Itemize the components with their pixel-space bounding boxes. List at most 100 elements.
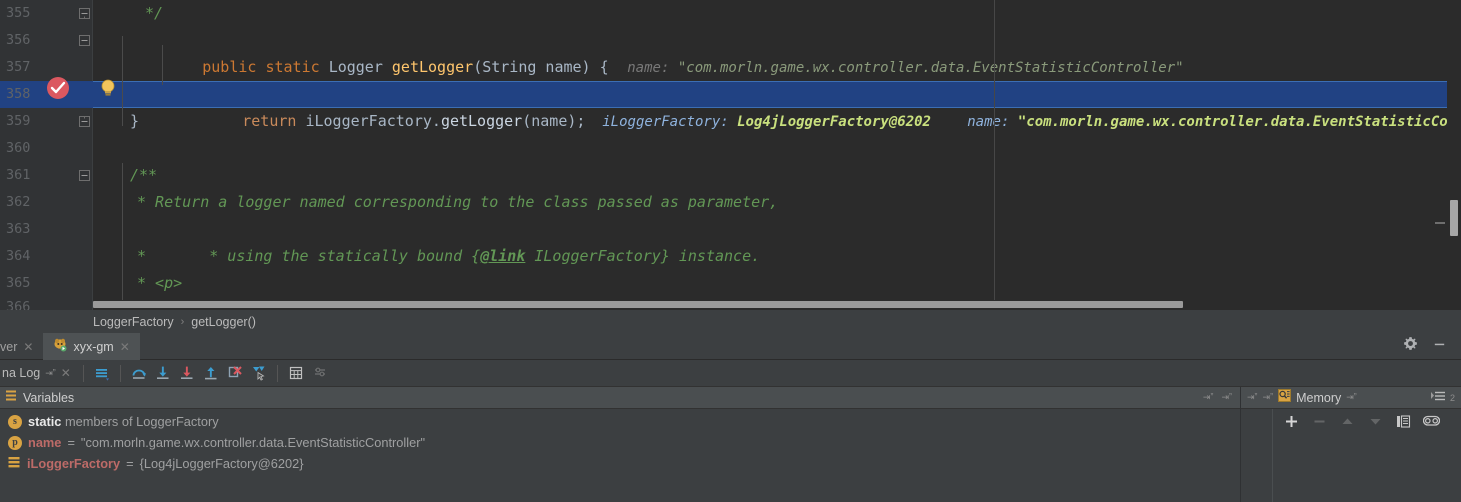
gear-icon[interactable] bbox=[1403, 336, 1418, 356]
editor-vertical-scrollbar[interactable] bbox=[1447, 0, 1461, 310]
variable-suffix: members of LoggerFactory bbox=[61, 414, 219, 429]
drop-frame-button[interactable] bbox=[223, 362, 247, 384]
step-out-button[interactable] bbox=[199, 362, 223, 384]
settings-icon[interactable]: ⇥ˮ bbox=[1221, 392, 1232, 403]
settings-list-icon[interactable] bbox=[1430, 389, 1447, 407]
step-over-button[interactable] bbox=[127, 362, 151, 384]
memory-title: Memory bbox=[1296, 390, 1342, 405]
indent-guide bbox=[122, 36, 123, 126]
pin-icon[interactable]: ⇥ˮ bbox=[1346, 392, 1357, 403]
variables-list[interactable]: s static members of LoggerFactory p name… bbox=[0, 409, 1240, 502]
variables-title: Variables bbox=[23, 390, 75, 405]
debug-run-icon bbox=[53, 338, 67, 355]
force-step-into-button[interactable] bbox=[175, 362, 199, 384]
error-stripe-mark[interactable] bbox=[1435, 222, 1445, 224]
tool-window-tabbar[interactable]: ver ✕ xyx-gm ✕ bbox=[0, 333, 1461, 360]
variable-equals: = bbox=[126, 456, 134, 471]
line-number: 366 bbox=[6, 299, 31, 310]
minimize-icon[interactable] bbox=[1432, 336, 1447, 356]
watches-panel[interactable] bbox=[1274, 409, 1461, 502]
parameter-badge-icon: p bbox=[8, 435, 22, 450]
variable-value: "com.morln.game.wx.controller.data.Event… bbox=[80, 435, 425, 450]
binoculars-icon[interactable] bbox=[1422, 412, 1440, 430]
variable-name: iLoggerFactory bbox=[27, 456, 121, 471]
variables-header[interactable]: Variables ⇥ˮ ⇥ˮ bbox=[0, 387, 1240, 409]
vertical-scrollbar-thumb[interactable] bbox=[1450, 200, 1458, 236]
tab-label: ver bbox=[0, 339, 18, 354]
line-number: 363 bbox=[6, 221, 31, 237]
move-watch-down-button[interactable] bbox=[1366, 412, 1384, 430]
add-watch-button[interactable] bbox=[1282, 412, 1300, 430]
close-icon[interactable]: ✕ bbox=[120, 340, 130, 354]
intention-bulb-icon[interactable] bbox=[99, 78, 117, 98]
toolbar-separator bbox=[276, 364, 278, 382]
debug-session-label[interactable]: na Log ⇥ˮ ✕ bbox=[0, 366, 77, 380]
line-number: 355 bbox=[6, 5, 31, 21]
watch-sidebar bbox=[1241, 409, 1273, 502]
pin-icon[interactable]: ⇥ˮ bbox=[1203, 392, 1214, 403]
move-watch-up-button[interactable] bbox=[1338, 412, 1356, 430]
code-editor[interactable]: 355 */ 356 public static Logger getLogge… bbox=[0, 0, 1461, 310]
fold-end-icon[interactable] bbox=[77, 108, 91, 135]
step-into-button[interactable] bbox=[151, 362, 175, 384]
debugger-panel: Variables ⇥ˮ ⇥ˮ s static members of Logg… bbox=[0, 387, 1461, 502]
code-line-358-current[interactable]: 358 return iLoggerFactory.getLogger(name… bbox=[0, 81, 1461, 130]
debug-session-title: na Log bbox=[2, 366, 41, 380]
line-number: 356 bbox=[6, 32, 31, 48]
code-line-364[interactable]: 364 * bbox=[0, 243, 1461, 270]
memory-header[interactable]: ⇥ˮ ⇥ˮ Memory ⇥ˮ 2 bbox=[1241, 387, 1461, 409]
fold-start-icon[interactable] bbox=[77, 162, 91, 189]
line-number: 360 bbox=[6, 140, 31, 156]
variable-equals: = bbox=[67, 435, 75, 450]
code-line-360[interactable]: 360 bbox=[0, 135, 1461, 162]
breadcrumb[interactable]: LoggerFactory › getLogger() bbox=[0, 310, 1461, 333]
variable-row-iloggerfactory[interactable]: iLoggerFactory = {Log4jLoggerFactory@620… bbox=[0, 453, 1240, 474]
code-line-359[interactable]: 359 } bbox=[0, 108, 1461, 135]
code-line-356[interactable]: 356 public static Logger getLogger(Strin… bbox=[0, 27, 1461, 76]
pin-icon[interactable]: ⇥ˮ bbox=[1263, 392, 1274, 403]
field-badge-icon bbox=[8, 456, 21, 472]
variable-name: name bbox=[28, 435, 62, 450]
fold-end-icon[interactable] bbox=[77, 0, 91, 27]
tab-xyx-gm[interactable]: xyx-gm ✕ bbox=[43, 333, 140, 360]
line-number: 357 bbox=[6, 59, 31, 75]
tab-ver[interactable]: ver ✕ bbox=[0, 333, 43, 360]
code-text: } bbox=[130, 112, 140, 130]
memory-badge-count: 2 bbox=[1449, 392, 1455, 403]
right-margin-guide bbox=[994, 0, 995, 300]
indent-guide bbox=[122, 163, 123, 310]
code-line-362[interactable]: 362 * Return a logger named correspondin… bbox=[0, 189, 1461, 216]
evaluate-expression-button[interactable] bbox=[284, 362, 308, 384]
copy-icon[interactable] bbox=[1394, 412, 1412, 430]
code-line-355[interactable]: 355 */ bbox=[0, 0, 1461, 27]
line-number: 359 bbox=[6, 113, 31, 129]
variable-row-static[interactable]: s static members of LoggerFactory bbox=[0, 411, 1240, 432]
variable-row-name[interactable]: p name = "com.morln.game.wx.controller.d… bbox=[0, 432, 1240, 453]
breadcrumb-method[interactable]: getLogger() bbox=[191, 315, 256, 329]
code-text: * Return a logger named corresponding to… bbox=[137, 193, 779, 211]
layout-settings-button[interactable] bbox=[308, 362, 332, 384]
watch-toolbar[interactable] bbox=[1274, 409, 1461, 433]
code-line-357[interactable]: 357 ILoggerFactory iLoggerFactory = getI… bbox=[0, 54, 1461, 103]
pin-icon[interactable]: ⇥ˮ bbox=[45, 368, 56, 379]
intellij-debug-window: 355 */ 356 public static Logger getLogge… bbox=[0, 0, 1461, 502]
line-number: 364 bbox=[6, 248, 31, 264]
memory-icon bbox=[1278, 388, 1292, 407]
variable-value: {Log4jLoggerFactory@6202} bbox=[139, 456, 304, 471]
fold-start-icon[interactable] bbox=[77, 27, 91, 54]
pin-icon[interactable]: ⇥ˮ bbox=[1247, 392, 1258, 403]
code-line-361[interactable]: 361 /** bbox=[0, 162, 1461, 189]
breakpoint-icon[interactable] bbox=[47, 77, 69, 99]
breadcrumb-separator-icon: › bbox=[180, 315, 185, 328]
close-icon[interactable]: ✕ bbox=[61, 366, 71, 380]
code-line-363[interactable]: 363 * using the statically bound {@link … bbox=[0, 216, 1461, 265]
remove-watch-button[interactable] bbox=[1310, 412, 1328, 430]
breadcrumb-class[interactable]: LoggerFactory bbox=[93, 315, 174, 329]
close-icon[interactable]: ✕ bbox=[23, 340, 33, 354]
run-to-cursor-button[interactable] bbox=[247, 362, 271, 384]
horizontal-scrollbar-thumb[interactable] bbox=[93, 301, 1183, 308]
debug-toolbar[interactable]: na Log ⇥ˮ ✕ bbox=[0, 360, 1461, 387]
toolbar-separator bbox=[82, 364, 84, 382]
show-execution-point-button[interactable] bbox=[90, 362, 114, 384]
code-text: */ bbox=[145, 4, 164, 22]
